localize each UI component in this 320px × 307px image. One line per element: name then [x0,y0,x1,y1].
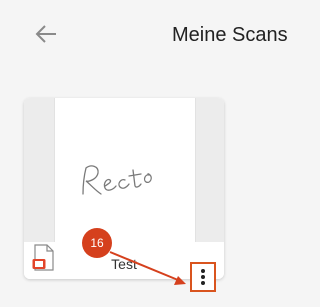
more-vertical-icon [201,269,205,285]
back-button[interactable] [32,22,60,46]
scan-thumbnail[interactable] [24,98,224,250]
more-options-button[interactable] [190,262,216,292]
scan-card[interactable]: Test [24,98,224,279]
arrow-left-icon [35,25,56,43]
app-bar: Meine Scans [0,0,315,70]
pdf-document-icon [32,244,54,271]
page-title: Meine Scans [172,24,288,46]
handwritten-text-image [82,165,152,195]
page-preview [54,98,196,250]
scan-name[interactable]: Test [94,256,154,272]
step-number-badge: 16 [82,228,112,258]
